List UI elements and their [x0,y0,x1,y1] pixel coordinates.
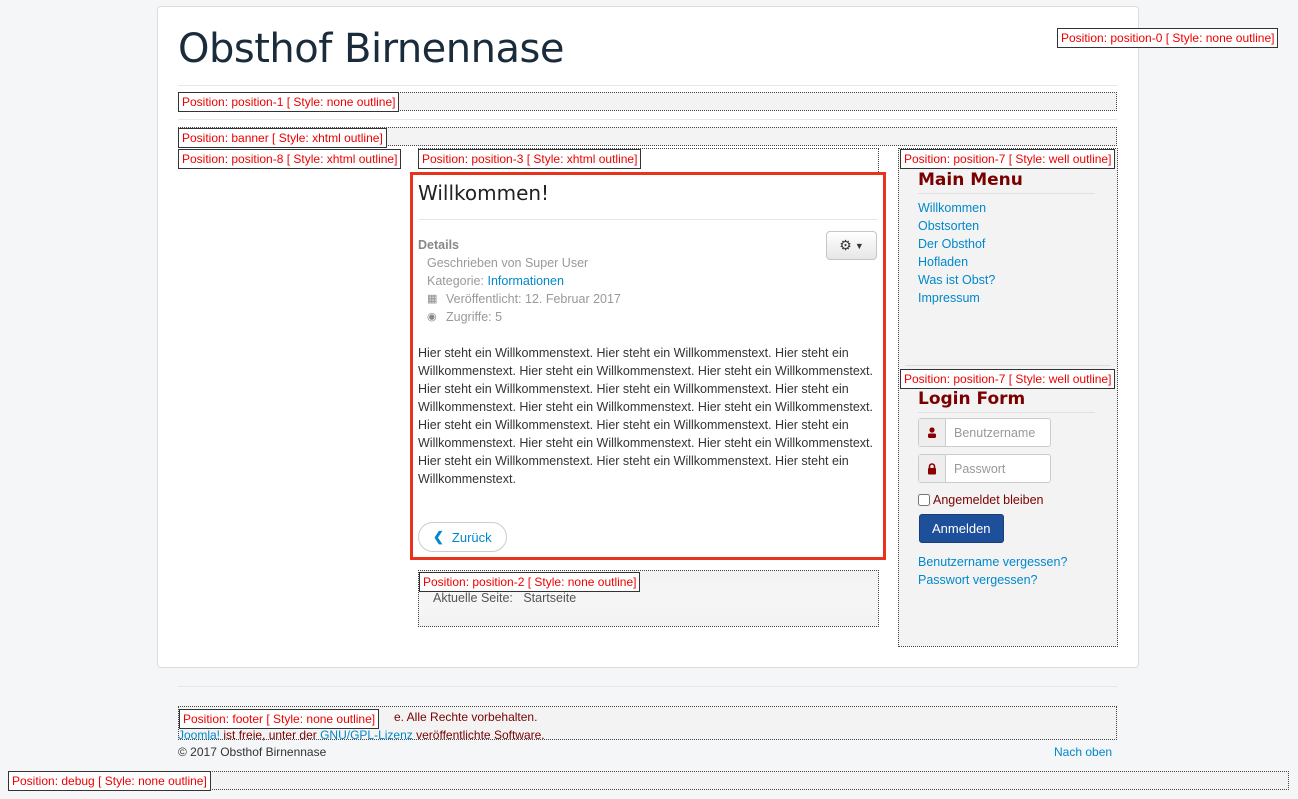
joomla-link[interactable]: Joomla! [178,728,220,742]
sidebar-divider [905,365,1111,366]
site-title[interactable]: Obsthof Birnennase [178,26,564,72]
back-label: Zurück [451,529,492,545]
back-button[interactable]: ❮ Zurück [418,522,507,552]
details-label: Details [418,238,459,252]
footer-tag: Position: footer [ Style: none outline] [179,709,380,729]
menu-link-willkommen[interactable]: Willkommen [918,201,986,215]
category-label: Kategorie: [427,274,484,288]
category-link[interactable]: Informationen [487,272,563,290]
login-help-links: Benutzername vergessen? Passwort vergess… [918,553,1067,589]
login-divider [918,412,1095,413]
license-pre: ist freie, unter der [220,728,321,742]
remember-me[interactable]: Angemeldet bleiben [918,493,1044,507]
gpl-link[interactable]: GNU/GPL-Lizenz [320,728,413,742]
main-menu: Willkommen Obstsorten Der Obsthof Hoflad… [918,199,995,307]
remember-checkbox[interactable] [918,494,930,506]
article-published: ▦ Veröffentlicht: 12. Februar 2017 [418,290,621,308]
position-3-tag: Position: position-3 [ Style: xhtml outl… [418,149,642,169]
article-tools-button[interactable]: ⚙ ▼ [826,231,877,260]
article-details: Details Geschrieben von Super User Kateg… [418,236,621,326]
menu-item: Obstsorten [918,217,995,235]
main-menu-divider [918,193,1095,194]
menu-link-was-ist-obst[interactable]: Was ist Obst? [918,273,995,287]
position-7-tag-menu: Position: position-7 [ Style: well outli… [900,149,1116,169]
eye-icon: ◉ [427,311,437,323]
article-body: Hier steht ein Willkommenstext. Hier ste… [418,346,873,486]
article-author: Geschrieben von Super User [427,256,589,270]
published-text: Veröffentlicht: 12. Februar 2017 [446,292,621,306]
calendar-icon: ▦ [427,293,438,305]
chevron-left-icon: ❮ [433,529,444,544]
remember-label: Angemeldet bleiben [933,493,1044,507]
header-divider [178,85,1117,86]
breadcrumb-trail: Aktuelle Seite: Startseite [433,591,576,605]
login-button[interactable]: Anmelden [919,514,1004,543]
article-title-divider [418,219,878,220]
menu-item: Was ist Obst? [918,271,995,289]
forgot-username-link[interactable]: Benutzername vergessen? [918,555,1067,569]
username-group [918,418,1051,447]
position-0-tag: Position: position-0 [ Style: none outli… [1057,28,1279,48]
menu-item: Hofladen [918,253,995,271]
username-input[interactable] [946,419,1050,446]
breadcrumb-current: Startseite [523,591,577,605]
article-title: Willkommen! [418,181,550,205]
license-post: veröffentlichte Software. [412,728,545,742]
menu-item: Der Obsthof [918,235,995,253]
breadcrumb-label: Aktuelle Seite: [433,591,513,605]
position-2-tag: Position: position-2 [ Style: none outli… [419,572,641,592]
hits-text: Zugriffe: 5 [446,310,503,324]
lock-icon [919,455,946,482]
login-form-title: Login Form [918,389,1026,409]
position-1-tag: Position: position-1 [ Style: none outli… [178,92,400,112]
footer-rights: e. Alle Rechte vorbehalten. [394,710,538,724]
debug-tag: Position: debug [ Style: none outline] [8,771,211,791]
user-icon [919,419,946,446]
menu-item: Impressum [918,289,995,307]
article-category: Kategorie: Informationen [418,272,621,290]
footer-copyright: © 2017 Obsthof Birnennase [178,745,327,759]
menu-link-hofladen[interactable]: Hofladen [918,255,968,269]
footer-license: Joomla! ist freie, unter der GNU/GPL-Liz… [178,727,545,743]
menu-link-der-obsthof[interactable]: Der Obsthof [918,237,985,251]
menu-link-obstsorten[interactable]: Obstsorten [918,219,979,233]
position-7-tag-login: Position: position-7 [ Style: well outli… [900,369,1116,389]
article-hits: ◉ Zugriffe: 5 [418,308,621,326]
forgot-password-link[interactable]: Passwort vergessen? [918,573,1038,587]
back-to-top-link[interactable]: Nach oben [1054,744,1112,760]
footer-divider [178,686,1117,687]
caret-down-icon: ▼ [854,240,864,251]
menu-link-impressum[interactable]: Impressum [918,291,980,305]
main-menu-title: Main Menu [918,170,1023,190]
password-input[interactable] [946,455,1050,482]
nav-divider [178,119,1117,120]
position-8-tag: Position: position-8 [ Style: xhtml outl… [178,149,402,169]
password-group [918,454,1051,483]
banner-tag: Position: banner [ Style: xhtml outline] [178,128,387,148]
gear-icon: ⚙ [839,237,852,253]
menu-item: Willkommen [918,199,995,217]
